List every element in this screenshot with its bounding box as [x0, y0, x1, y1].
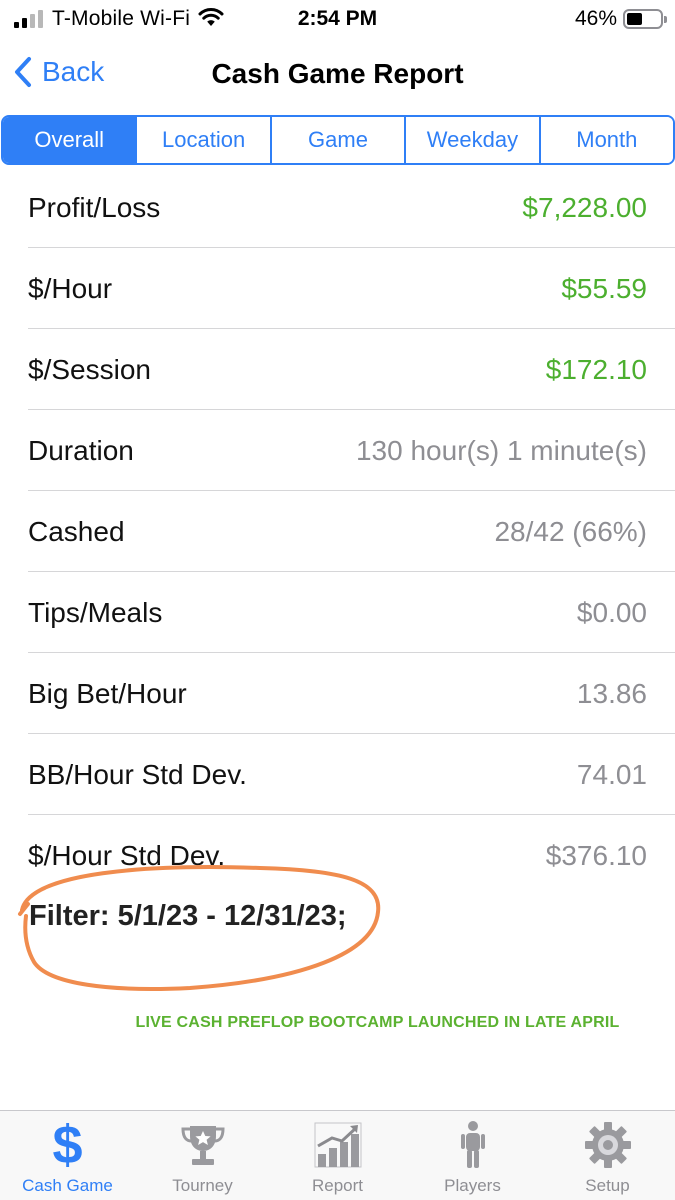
- report-row-bb-hour-std-dev: BB/Hour Std Dev. 74.01: [0, 734, 675, 815]
- tab-bar: $ Cash Game Tourney Report Players Setup: [0, 1110, 675, 1200]
- report-row-tips-meals: Tips/Meals $0.00: [0, 572, 675, 653]
- tab-label: Tourney: [172, 1176, 233, 1195]
- nav-bar: Back Cash Game Report: [0, 44, 675, 106]
- row-value: 130 hour(s) 1 minute(s): [355, 434, 647, 466]
- report-row-big-bet-per-hour: Big Bet/Hour 13.86: [0, 653, 675, 734]
- battery-percent: 46%: [574, 7, 617, 30]
- segment-overall[interactable]: Overall: [3, 117, 138, 163]
- row-value: 13.86: [576, 677, 647, 709]
- report-row-profit-loss: Profit/Loss $7,228.00: [0, 167, 675, 248]
- tab-players[interactable]: Players: [405, 1111, 540, 1200]
- tab-label: Setup: [585, 1176, 630, 1195]
- report-row-cashed: Cashed 28/42 (66%): [0, 491, 675, 572]
- row-label: Profit/Loss: [28, 191, 161, 223]
- page-title: Cash Game Report: [211, 58, 464, 89]
- status-right: 46%: [574, 6, 667, 32]
- row-label: $/Session: [28, 353, 151, 385]
- tab-label: Report: [311, 1176, 364, 1195]
- report-row-dollars-per-hour: $/Hour $55.59: [0, 248, 675, 329]
- chart-icon: [312, 1117, 364, 1173]
- row-label: $/Hour: [28, 272, 113, 304]
- tab-label: Players: [444, 1176, 501, 1195]
- row-label: Duration: [28, 434, 134, 466]
- segment-weekday[interactable]: Weekday: [406, 117, 541, 163]
- report-row-duration: Duration 130 hour(s) 1 minute(s): [0, 410, 675, 491]
- person-icon: [458, 1117, 488, 1173]
- promo-banner: LIVE CASH PREFLOP BOOTCAMP LAUNCHED IN L…: [135, 1014, 620, 1031]
- report-row-dollars-per-session: $/Session $172.10: [0, 329, 675, 410]
- row-value: $376.10: [545, 839, 647, 871]
- status-time: 2:54 PM: [297, 7, 378, 30]
- status-bar: T-Mobile Wi-Fi 2:54 PM 46%: [0, 0, 675, 40]
- battery-icon: [623, 9, 667, 29]
- segment-month[interactable]: Month: [540, 117, 673, 163]
- segment-location[interactable]: Location: [137, 117, 272, 163]
- dollar-icon: $: [52, 1115, 83, 1175]
- row-value: 28/42 (66%): [494, 515, 647, 547]
- tab-label: Cash Game: [22, 1176, 113, 1195]
- row-value: 74.01: [576, 758, 647, 790]
- row-label: Tips/Meals: [28, 596, 163, 628]
- row-label: BB/Hour Std Dev.: [28, 758, 247, 790]
- row-value: $55.59: [561, 272, 647, 304]
- battery-level: [627, 13, 642, 25]
- report-row-dollar-hour-std-dev: $/Hour Std Dev. $376.10: [0, 815, 675, 896]
- row-value: $0.00: [576, 596, 647, 628]
- filter-text: Filter: 5/1/23 - 12/31/23;: [29, 900, 347, 932]
- segment-game[interactable]: Game: [271, 117, 407, 163]
- report-list: Profit/Loss $7,228.00 $/Hour $55.59 $/Se…: [0, 167, 675, 896]
- tab-tourney[interactable]: Tourney: [135, 1111, 270, 1200]
- tab-cash-game[interactable]: $ Cash Game: [0, 1111, 135, 1200]
- row-value: $172.10: [545, 353, 647, 385]
- row-label: Big Bet/Hour: [28, 677, 187, 709]
- report-segmented-control: Overall Location Game Weekday Month: [1, 115, 675, 165]
- row-label: $/Hour Std Dev.: [28, 839, 226, 871]
- row-value: $7,228.00: [522, 191, 647, 223]
- trophy-icon: [178, 1117, 228, 1173]
- gear-icon: [583, 1117, 633, 1173]
- row-label: Cashed: [28, 515, 125, 547]
- tab-report[interactable]: Report: [270, 1111, 405, 1200]
- tab-setup[interactable]: Setup: [540, 1111, 675, 1200]
